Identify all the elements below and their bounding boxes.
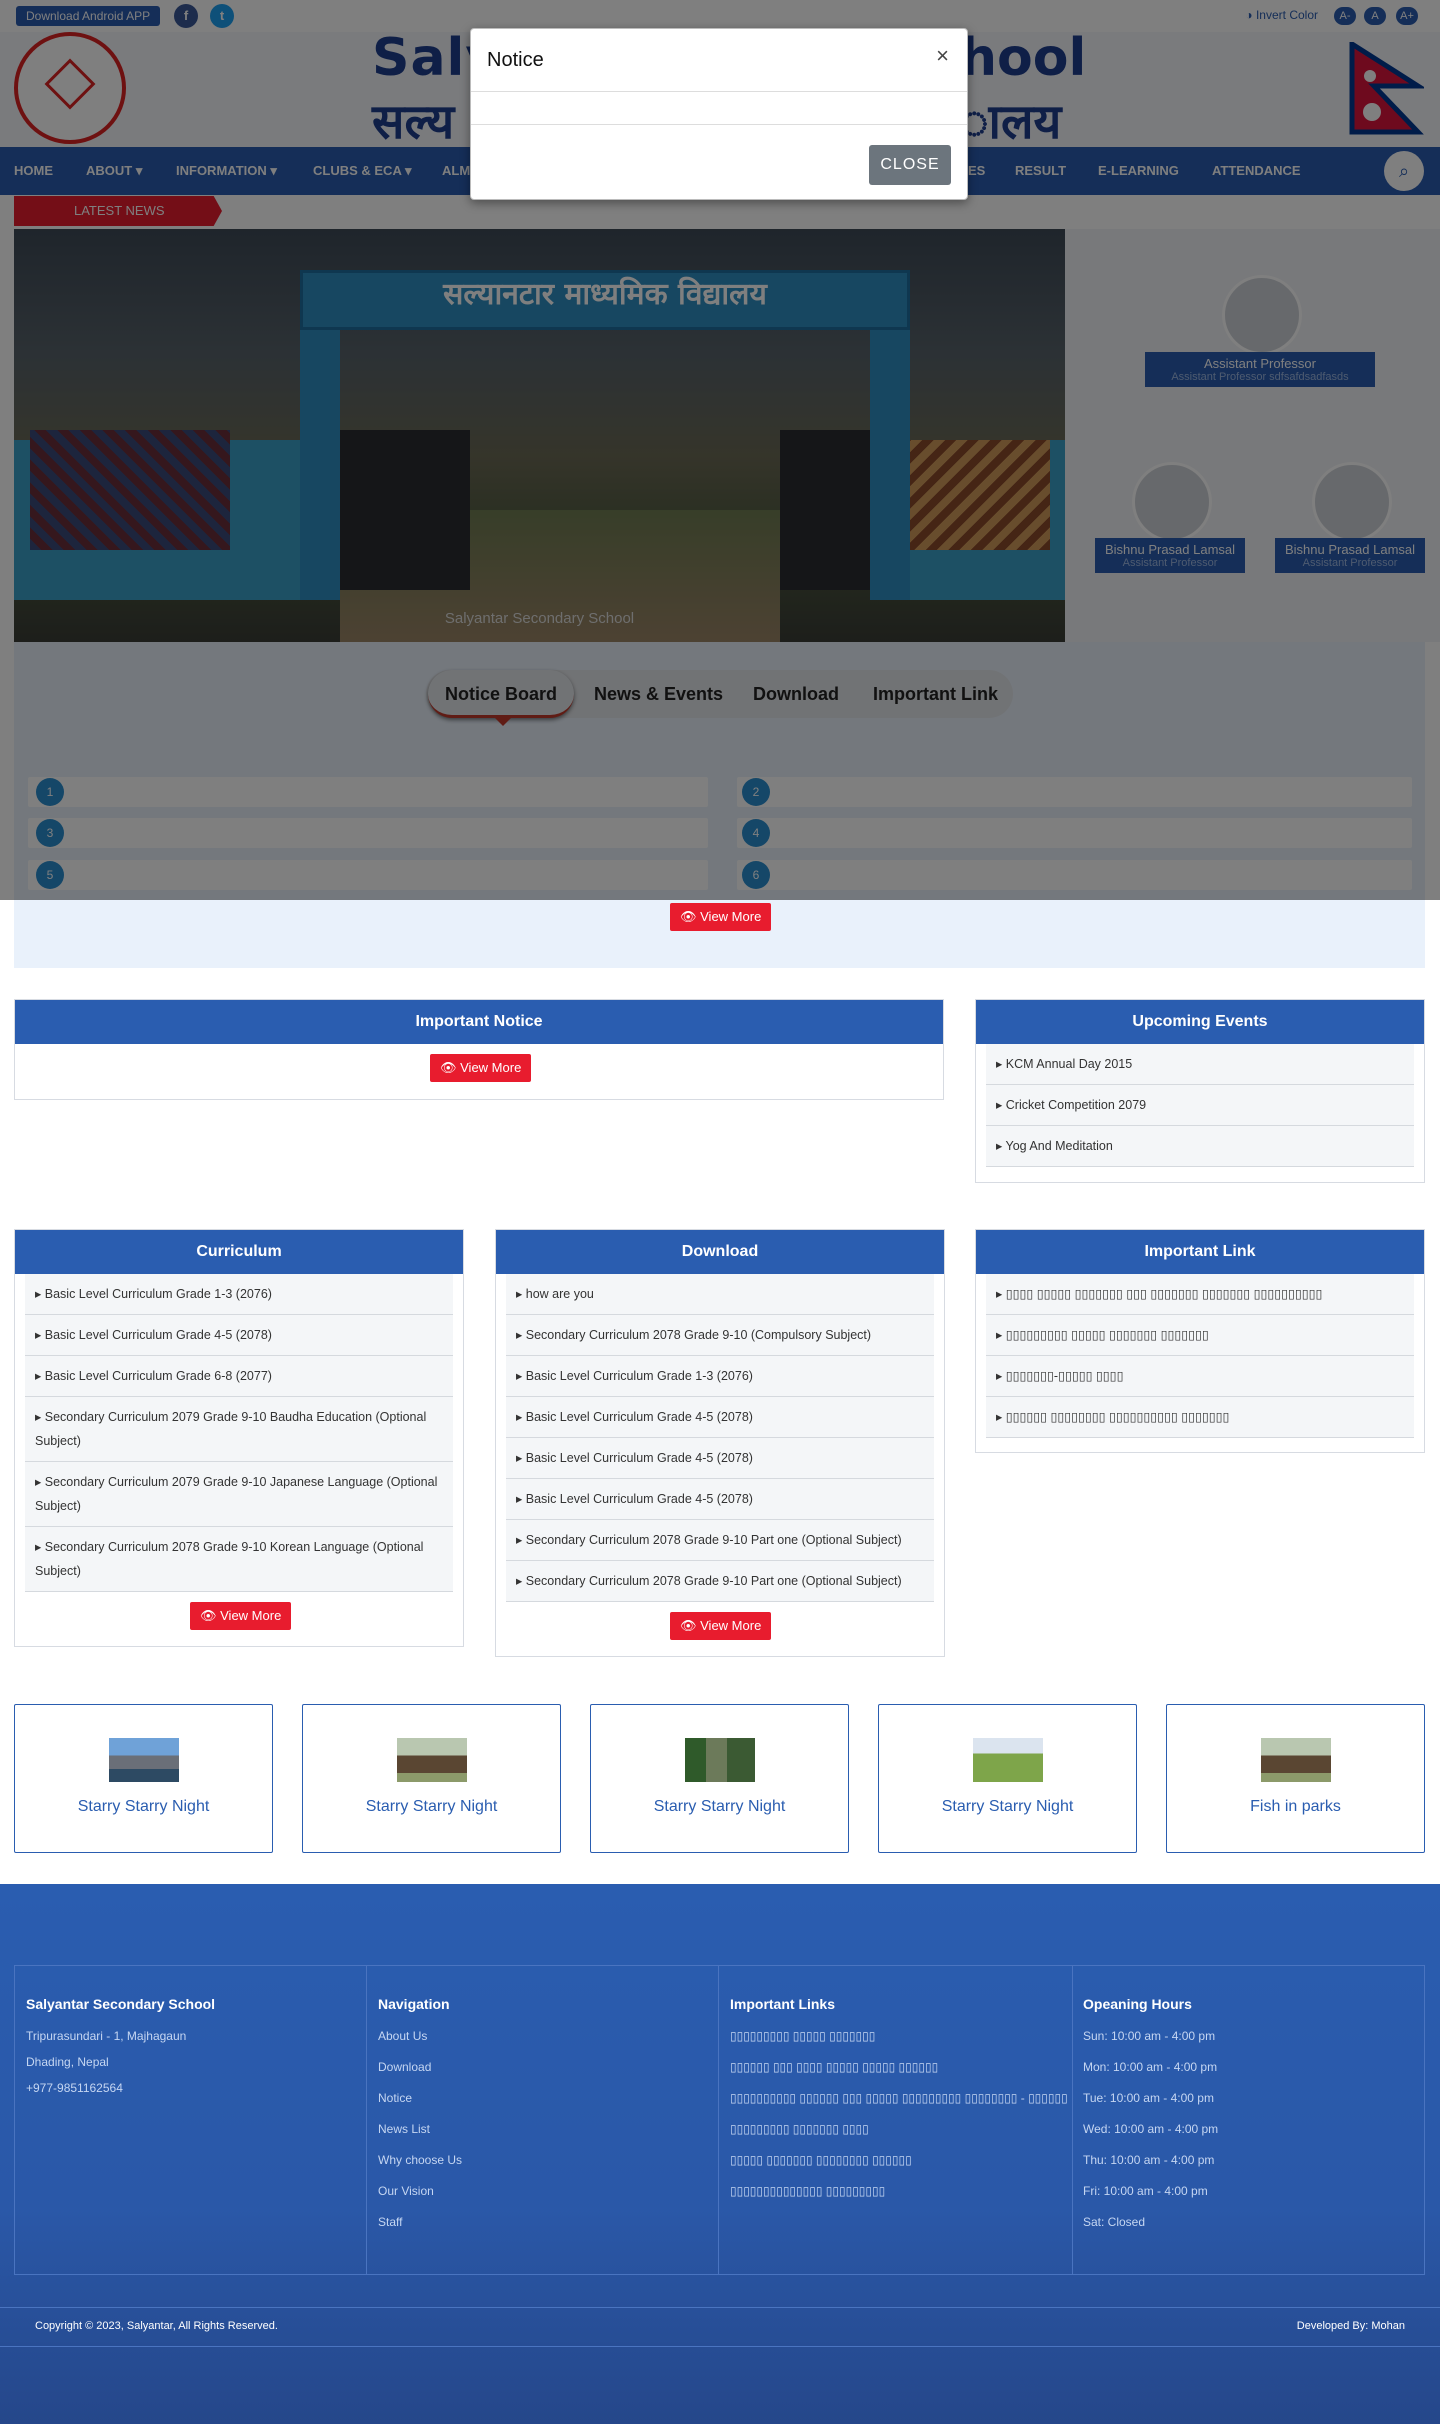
gallery-card[interactable]: Starry Starry Night <box>878 1704 1137 1853</box>
gallery-thumbnail <box>397 1738 467 1782</box>
footer-important-link[interactable]: ▯▯▯▯▯▯▯▯▯▯ ▯▯▯▯▯▯ ▯▯▯ ▯▯▯▯▯ ▯▯▯▯▯▯▯▯▯ ▯▯… <box>730 2091 1068 2105</box>
event-item[interactable]: KCM Annual Day 2015 <box>986 1044 1414 1085</box>
view-more-label: View More <box>700 1618 762 1633</box>
copyright-text: Copyright © 2023, Salyantar, All Rights … <box>35 2320 278 2332</box>
curriculum-item[interactable]: Basic Level Curriculum Grade 1-3 (2076) <box>25 1274 453 1315</box>
modal-title: Notice <box>487 49 544 71</box>
footer-nav-link[interactable]: Our Vision <box>378 2184 434 2198</box>
download-item[interactable]: Basic Level Curriculum Grade 4-5 (2078) <box>506 1479 934 1520</box>
upcoming-events-panel: Upcoming Events KCM Annual Day 2015 Cric… <box>975 999 1425 1183</box>
footer-columns <box>14 1965 1425 2275</box>
upcoming-events-title: Upcoming Events <box>976 1000 1424 1044</box>
close-icon[interactable]: × <box>936 43 949 69</box>
download-item[interactable]: Basic Level Curriculum Grade 1-3 (2076) <box>506 1356 934 1397</box>
gallery-caption: Starry Starry Night <box>77 1798 210 1815</box>
footer-nav-link[interactable]: Why choose Us <box>378 2153 462 2167</box>
notice-view-more-button[interactable]: 👁 View More <box>670 903 772 931</box>
download-item[interactable]: Secondary Curriculum 2078 Grade 9-10 (Co… <box>506 1315 934 1356</box>
download-item[interactable]: Secondary Curriculum 2078 Grade 9-10 Par… <box>506 1520 934 1561</box>
important-link-title: Important Link <box>976 1230 1424 1274</box>
important-link-item[interactable]: ▯▯▯▯▯▯ ▯▯▯▯▯▯▯▯ ▯▯▯▯▯▯▯▯▯▯ ▯▯▯▯▯▯▯ <box>986 1397 1414 1438</box>
footer-hours-line: Mon: 10:00 am - 4:00 pm <box>1083 2060 1218 2074</box>
gallery-card[interactable]: Starry Starry Night <box>590 1704 849 1853</box>
view-more-label: View More <box>220 1608 282 1623</box>
download-item[interactable]: how are you <box>506 1274 934 1315</box>
important-link-item[interactable]: ▯▯▯▯▯▯▯▯▯ ▯▯▯▯▯ ▯▯▯▯▯▯▯ ▯▯▯▯▯▯▯ <box>986 1315 1414 1356</box>
curriculum-item[interactable]: Secondary Curriculum 2079 Grade 9-10 Bau… <box>25 1397 453 1462</box>
event-item[interactable]: Yog And Meditation <box>986 1126 1414 1167</box>
curriculum-title: Curriculum <box>15 1230 463 1274</box>
gallery-thumbnail <box>685 1738 755 1782</box>
footer-address: Tripurasundari - 1, Majhagaun <box>26 2029 187 2043</box>
gallery-thumbnail <box>109 1738 179 1782</box>
modal-close-button[interactable]: CLOSE <box>869 145 951 185</box>
footer-divider <box>718 1966 719 2274</box>
footer-important-link[interactable]: ▯▯▯▯▯▯ ▯▯▯ ▯▯▯▯ ▯▯▯▯▯ ▯▯▯▯▯ ▯▯▯▯▯▯ <box>730 2060 938 2074</box>
footer-divider <box>366 1966 367 2274</box>
footer-important-link[interactable]: ▯▯▯▯▯▯▯▯▯ ▯▯▯▯▯ ▯▯▯▯▯▯▯ <box>730 2029 875 2043</box>
event-item[interactable]: Cricket Competition 2079 <box>986 1085 1414 1126</box>
footer-nav-link[interactable]: Notice <box>378 2091 412 2105</box>
gallery-card[interactable]: Starry Starry Night <box>14 1704 273 1853</box>
footer-nav-link[interactable]: About Us <box>378 2029 427 2043</box>
footer-hours-line: Tue: 10:00 am - 4:00 pm <box>1083 2091 1214 2105</box>
important-link-item[interactable]: ▯▯▯▯▯▯▯-▯▯▯▯▯ ▯▯▯▯ <box>986 1356 1414 1397</box>
important-link-item[interactable]: ▯▯▯▯ ▯▯▯▯▯ ▯▯▯▯▯▯▯ ▯▯▯ ▯▯▯▯▯▯▯ ▯▯▯▯▯▯▯ ▯… <box>986 1274 1414 1315</box>
footer-divider <box>1072 1966 1073 2274</box>
footer-nav-link[interactable]: Download <box>378 2060 431 2074</box>
footer-hours-line: Wed: 10:00 am - 4:00 pm <box>1083 2122 1219 2136</box>
download-item[interactable]: Secondary Curriculum 2078 Grade 9-10 Par… <box>506 1561 934 1602</box>
footer-important-link[interactable]: ▯▯▯▯▯▯▯▯▯ ▯▯▯▯▯▯▯ ▯▯▯▯ <box>730 2122 869 2136</box>
gallery-caption: Starry Starry Night <box>653 1798 786 1815</box>
view-more-label: View More <box>460 1060 522 1075</box>
view-more-label: View More <box>700 909 762 924</box>
download-item[interactable]: Basic Level Curriculum Grade 4-5 (2078) <box>506 1438 934 1479</box>
gallery-thumbnail <box>973 1738 1043 1782</box>
modal-divider <box>471 124 967 125</box>
important-notice-title: Important Notice <box>15 1000 943 1044</box>
notice-modal: Notice × CLOSE <box>470 28 968 200</box>
footer-important-links-title: Important Links <box>730 1996 836 2012</box>
important-notice-view-more-button[interactable]: 👁 View More <box>430 1054 532 1082</box>
curriculum-item[interactable]: Secondary Curriculum 2079 Grade 9-10 Jap… <box>25 1462 453 1527</box>
footer-address: Dhading, Nepal <box>26 2055 109 2069</box>
gallery-caption: Fish in parks <box>1250 1798 1341 1815</box>
download-view-more-button[interactable]: 👁 View More <box>670 1612 772 1640</box>
footer-important-link[interactable]: ▯▯▯▯▯▯▯▯▯▯▯▯▯▯ ▯▯▯▯▯▯▯▯▯ <box>730 2184 885 2198</box>
curriculum-panel: Curriculum Basic Level Curriculum Grade … <box>14 1229 464 1647</box>
curriculum-view-more-button[interactable]: 👁 View More <box>190 1602 292 1630</box>
important-notice-panel: Important Notice <box>14 999 944 1100</box>
gallery-caption: Starry Starry Night <box>941 1798 1074 1815</box>
curriculum-item[interactable]: Basic Level Curriculum Grade 4-5 (2078) <box>25 1315 453 1356</box>
curriculum-item[interactable]: Secondary Curriculum 2078 Grade 9-10 Kor… <box>25 1527 453 1592</box>
curriculum-item[interactable]: Basic Level Curriculum Grade 6-8 (2077) <box>25 1356 453 1397</box>
gallery-card[interactable]: Starry Starry Night <box>302 1704 561 1853</box>
footer-navigation-title: Navigation <box>378 1996 450 2012</box>
download-panel: Download how are you Secondary Curriculu… <box>495 1229 945 1657</box>
developer-credit: Developed By: Mohan <box>1296 2320 1405 2332</box>
footer-hours-line: Thu: 10:00 am - 4:00 pm <box>1083 2153 1215 2167</box>
footer-hours-line: Sun: 10:00 am - 4:00 pm <box>1083 2029 1216 2043</box>
footer-hours-title: Opeaning Hours <box>1083 1996 1192 2012</box>
footer-hours-line: Fri: 10:00 am - 4:00 pm <box>1083 2184 1208 2198</box>
footer-hours-line: Sat: Closed <box>1083 2215 1146 2229</box>
download-item[interactable]: Basic Level Curriculum Grade 4-5 (2078) <box>506 1397 934 1438</box>
gallery-caption: Starry Starry Night <box>365 1798 498 1815</box>
footer-nav-link[interactable]: Staff <box>378 2215 402 2229</box>
modal-divider <box>471 91 967 92</box>
footer-important-link[interactable]: ▯▯▯▯▯ ▯▯▯▯▯▯▯ ▯▯▯▯▯▯▯▯ ▯▯▯▯▯▯ <box>730 2153 912 2167</box>
footer-nav-link[interactable]: News List <box>378 2122 430 2136</box>
footer-phone: +977-9851162564 <box>26 2081 123 2095</box>
gallery-thumbnail <box>1261 1738 1331 1782</box>
gallery-card[interactable]: Fish in parks <box>1166 1704 1425 1853</box>
download-title: Download <box>496 1230 944 1274</box>
important-link-panel: Important Link ▯▯▯▯ ▯▯▯▯▯ ▯▯▯▯▯▯▯ ▯▯▯ ▯▯… <box>975 1229 1425 1453</box>
footer-school-title: Salyantar Secondary School <box>26 1996 216 2012</box>
